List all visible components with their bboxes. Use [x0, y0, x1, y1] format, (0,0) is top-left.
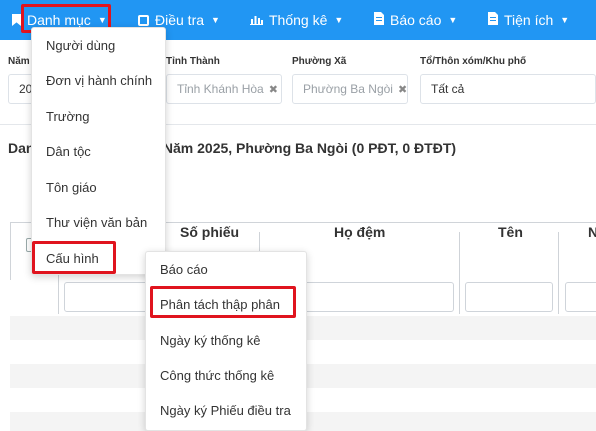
flag-icon	[12, 14, 21, 26]
ward-value: Phường Ba Ngòi	[303, 82, 393, 96]
nav-thong-ke[interactable]: Thống kê ▼	[250, 0, 343, 40]
so-phieu-filter-input[interactable]	[64, 282, 148, 312]
ward-label: Phường Xã	[292, 56, 347, 67]
year-label: Năm	[8, 56, 30, 67]
menu-item-don-vi-hanh-chinh[interactable]: Đơn vị hành chính	[46, 73, 152, 88]
n-filter-input[interactable]	[565, 282, 596, 312]
nav-bao-cao[interactable]: Báo cáo ▼	[374, 0, 457, 40]
nav-tien-ich[interactable]: Tiện ích ▼	[488, 0, 569, 40]
column-header-n[interactable]: N	[588, 224, 596, 240]
column-header-so-phieu[interactable]: Số phiếu	[180, 224, 239, 240]
submenu-item-bao-cao[interactable]: Báo cáo	[160, 262, 208, 277]
clear-icon[interactable]: ✖	[269, 83, 278, 96]
nav-bao-cao-label: Báo cáo	[390, 12, 442, 28]
nav-thong-ke-label: Thống kê	[269, 12, 328, 28]
document-icon	[488, 12, 498, 28]
menu-item-ton-giao[interactable]: Tôn giáo	[46, 180, 97, 195]
ten-filter-input[interactable]	[465, 282, 553, 312]
menu-item-nguoi-dung[interactable]: Người dùng	[46, 38, 115, 53]
hamlet-label: Tổ/Thôn xóm/Khu phố	[420, 56, 527, 67]
highlight-box-phan-tach-thap-phan	[150, 286, 296, 318]
nav-dieu-tra-label: Điều tra	[155, 12, 205, 28]
column-divider	[558, 232, 559, 314]
user-card-icon	[138, 14, 149, 26]
menu-item-dan-toc[interactable]: Dân tộc	[46, 144, 91, 159]
province-value: Tỉnh Khánh Hòa	[177, 82, 264, 96]
province-label: Tỉnh Thành	[166, 56, 220, 67]
bar-chart-icon	[250, 12, 263, 28]
page-title-suffix: n Năm 2025, Phường Ba Ngòi (0 PĐT, 0 ĐTĐ…	[150, 140, 457, 156]
column-divider	[459, 232, 460, 314]
submenu-item-cong-thuc-thong-ke[interactable]: Công thức thống kê	[160, 368, 274, 383]
caret-down-icon: ▼	[560, 15, 570, 25]
submenu-item-ngay-ky-phieu-dieu-tra[interactable]: Ngày ký Phiếu điều tra	[160, 403, 291, 418]
danh-muc-dropdown: Người dùng Đơn vị hành chính Trường Dân …	[31, 27, 166, 275]
column-header-ten[interactable]: Tên	[498, 224, 523, 240]
caret-down-icon: ▼	[211, 15, 220, 25]
caret-down-icon: ▼	[334, 15, 344, 25]
menu-item-truong[interactable]: Trường	[46, 109, 89, 124]
hamlet-value: Tất cả	[431, 82, 465, 96]
app-root: Danh mục ▼ Điều tra ▼ Thống kê ▼ Báo cáo…	[0, 0, 596, 431]
clear-icon[interactable]: ✖	[398, 83, 407, 96]
nav-tien-ich-label: Tiện ích	[504, 12, 554, 28]
menu-item-thu-vien-van-ban[interactable]: Thư viện văn bản	[46, 215, 147, 230]
province-select[interactable]: Tỉnh Khánh Hòa ✖	[166, 74, 282, 104]
highlight-box-cau-hinh	[32, 241, 116, 274]
caret-down-icon: ▼	[448, 15, 458, 25]
cau-hinh-submenu: Báo cáo Phân tách thập phân Ngày ký thốn…	[145, 251, 307, 431]
ward-select[interactable]: Phường Ba Ngòi ✖	[292, 74, 408, 104]
hamlet-select[interactable]: Tất cả	[420, 74, 596, 104]
document-icon	[374, 12, 384, 28]
submenu-item-ngay-ky-thong-ke[interactable]: Ngày ký thống kê	[160, 333, 260, 348]
column-header-ho-dem[interactable]: Họ đệm	[334, 224, 385, 240]
